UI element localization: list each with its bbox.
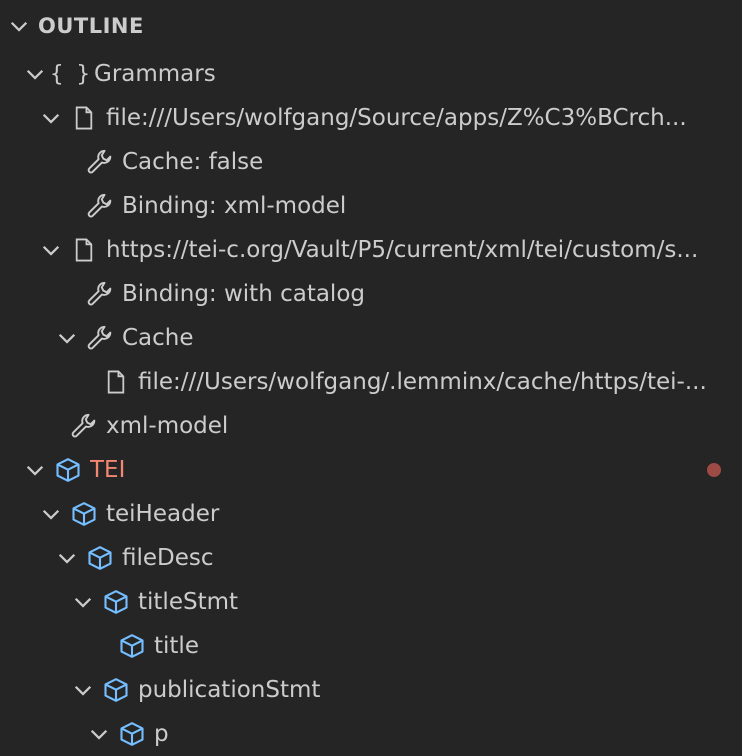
chevron-down-icon[interactable]	[70, 589, 96, 615]
tree-item-label: teiHeader	[106, 501, 220, 527]
tree-item[interactable]: title	[0, 624, 742, 668]
tree-item[interactable]: Cache	[0, 316, 742, 360]
tree-item[interactable]: teiHeader	[0, 492, 742, 536]
wrench-icon	[70, 412, 98, 440]
wrench-icon	[86, 148, 114, 176]
tree-item-label: fileDesc	[122, 545, 214, 571]
tree-item-label: publicationStmt	[138, 677, 321, 703]
tree-item-label: Binding: xml-model	[122, 193, 347, 219]
tree-item-label: titleStmt	[138, 589, 239, 615]
tree-item-label: TEI	[90, 457, 126, 483]
chevron-down-icon[interactable]	[22, 61, 48, 87]
tree-item[interactable]: Binding: xml-model	[0, 184, 742, 228]
tree-item-label: p	[154, 721, 169, 747]
chevron-down-icon[interactable]	[38, 105, 64, 131]
outline-header[interactable]: OUTLINE	[0, 0, 742, 52]
element-icon	[102, 588, 130, 616]
file-icon	[70, 236, 98, 264]
chevron-down-icon[interactable]	[54, 325, 80, 351]
tree-item-label: Cache: false	[122, 149, 264, 175]
element-icon	[118, 720, 146, 748]
tree-item[interactable]: fileDesc	[0, 536, 742, 580]
element-icon	[54, 456, 82, 484]
wrench-icon	[86, 192, 114, 220]
outline-tree: { } Grammars file:///Users/wolfgang/Source…	[0, 52, 742, 756]
tree-item[interactable]: titleStmt	[0, 580, 742, 624]
error-dot-icon	[707, 463, 721, 477]
tree-item[interactable]: file:///Users/wolfgang/.lemminx/cache/ht…	[0, 360, 742, 404]
chevron-down-icon[interactable]	[22, 457, 48, 483]
tree-item[interactable]: TEI	[0, 448, 742, 492]
tree-item-label: Cache	[122, 325, 194, 351]
tree-item-label: https://tei-c.org/Vault/P5/current/xml/t…	[106, 237, 699, 263]
tree-item-label: title	[154, 633, 199, 659]
element-icon	[102, 676, 130, 704]
tree-item[interactable]: { } Grammars	[0, 52, 742, 96]
chevron-down-icon[interactable]	[38, 501, 64, 527]
tree-item[interactable]: xml-model	[0, 404, 742, 448]
tree-item[interactable]: file:///Users/wolfgang/Source/apps/Z%C3%…	[0, 96, 742, 140]
chevron-down-icon[interactable]	[54, 545, 80, 571]
braces-icon: { }	[50, 61, 90, 87]
chevron-down-icon[interactable]	[6, 13, 32, 39]
element-icon	[118, 632, 146, 660]
chevron-down-icon[interactable]	[38, 237, 64, 263]
outline-title: OUTLINE	[38, 14, 144, 38]
element-icon	[70, 500, 98, 528]
wrench-icon	[86, 324, 114, 352]
tree-item[interactable]: https://tei-c.org/Vault/P5/current/xml/t…	[0, 228, 742, 272]
tree-item-label: Binding: with catalog	[122, 281, 365, 307]
wrench-icon	[86, 280, 114, 308]
tree-item-label: file:///Users/wolfgang/.lemminx/cache/ht…	[138, 369, 707, 395]
file-icon	[70, 104, 98, 132]
chevron-down-icon[interactable]	[86, 721, 112, 747]
chevron-down-icon[interactable]	[70, 677, 96, 703]
tree-item-label: Grammars	[94, 61, 216, 87]
file-icon	[102, 368, 130, 396]
tree-item[interactable]: publicationStmt	[0, 668, 742, 712]
tree-item[interactable]: Binding: with catalog	[0, 272, 742, 316]
outline-panel: OUTLINE { } Grammars file:///Users/wolfgan…	[0, 0, 742, 756]
tree-item[interactable]: p	[0, 712, 742, 756]
tree-item-label: file:///Users/wolfgang/Source/apps/Z%C3%…	[106, 105, 687, 131]
tree-item-label: xml-model	[106, 413, 229, 439]
tree-item[interactable]: Cache: false	[0, 140, 742, 184]
element-icon	[86, 544, 114, 572]
